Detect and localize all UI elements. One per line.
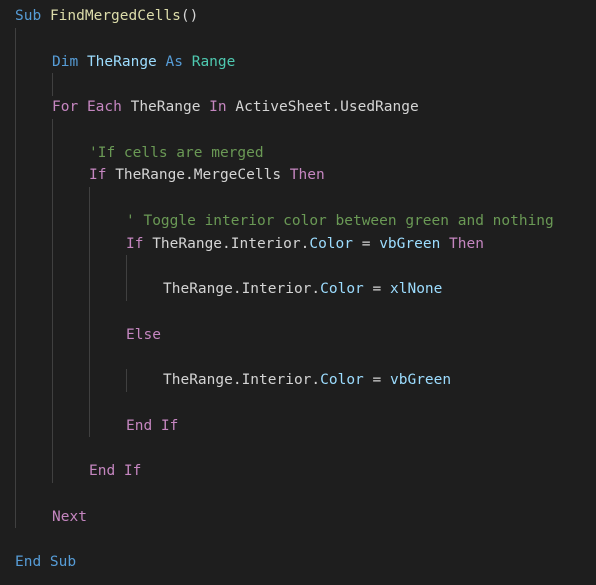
code-token-var: TheRange: [86, 53, 157, 70]
code-token-kw: End Sub: [15, 554, 77, 570]
code-line[interactable]: 'If cells are merged: [89, 142, 264, 164]
indent-guide: [126, 255, 127, 301]
indent-guide: [52, 73, 53, 96]
code-line[interactable]: If TheRange.Interior.Color = vbGreen The…: [126, 233, 484, 255]
code-token-var: xlNone: [390, 281, 443, 297]
code-token-ctl: Else: [126, 326, 161, 343]
code-token-ctl: If: [126, 235, 144, 252]
code-token-id: TheRange.Interior.: [163, 372, 321, 388]
code-token-ctl: End If: [89, 463, 142, 479]
code-line[interactable]: ' Toggle interior color between green an…: [126, 210, 554, 232]
code-token-ctl: In: [209, 99, 227, 115]
code-token-var: Color: [309, 235, 353, 252]
code-token-id: =: [363, 281, 390, 297]
code-line[interactable]: Next: [52, 506, 87, 528]
indent-guide: [15, 27, 16, 529]
code-line[interactable]: For Each TheRange In ActiveSheet.UsedRan…: [52, 96, 419, 118]
code-token-id: =: [363, 372, 390, 388]
indent-guide: [126, 369, 127, 392]
code-token-kw: Dim: [52, 53, 79, 70]
code-token-id: TheRange: [121, 99, 210, 115]
code-token-ctl: Then: [289, 167, 325, 184]
code-token-ctl: Next: [52, 508, 87, 525]
code-token-id: [440, 236, 449, 252]
code-token-id: [157, 54, 166, 70]
code-token-var: vbGreen: [390, 372, 452, 388]
code-line[interactable]: TheRange.Interior.Color = xlNone: [163, 278, 442, 300]
code-editor[interactable]: Sub FindMergedCells() Dim TheRange As Ran…: [0, 0, 596, 585]
code-token-id: TheRange.Interior.: [163, 281, 321, 297]
code-token-cm: 'If cells are merged: [89, 144, 264, 161]
code-line[interactable]: Dim TheRange As Range: [52, 51, 235, 73]
code-token-kw: As: [165, 53, 183, 70]
code-token-ctl: Each: [86, 99, 122, 115]
code-line[interactable]: End Sub: [15, 551, 76, 573]
code-token-fn: FindMergedCells: [49, 8, 181, 24]
code-token-ty: Range: [191, 53, 236, 70]
code-token-id: =: [353, 235, 380, 252]
code-token-id: ActiveSheet.UsedRange: [226, 99, 419, 115]
indent-guide: [89, 187, 90, 438]
code-token-id: TheRange.MergeCells: [106, 167, 290, 184]
code-line[interactable]: Sub FindMergedCells(): [15, 5, 198, 27]
code-token-var: Color: [320, 281, 364, 297]
code-token-kw: Sub: [15, 8, 42, 24]
code-token-ctl: If: [89, 167, 107, 184]
code-line[interactable]: TheRange.Interior.Color = vbGreen: [163, 369, 451, 391]
code-line[interactable]: If TheRange.MergeCells Then: [89, 164, 325, 186]
code-token-id: [78, 54, 87, 70]
code-token-var: vbGreen: [379, 235, 441, 252]
code-token-var: Color: [320, 372, 364, 388]
code-token-ctl: For: [52, 99, 79, 115]
code-token-ctl: Then: [449, 235, 484, 252]
code-token-cm: ' Toggle interior color between green an…: [126, 212, 554, 229]
code-line[interactable]: Else: [126, 324, 161, 346]
indent-guide: [52, 118, 53, 483]
code-line[interactable]: End If: [89, 460, 141, 482]
code-token-id: [78, 99, 87, 115]
code-token-id: TheRange.Interior.: [143, 235, 310, 252]
code-line[interactable]: End If: [126, 415, 178, 437]
code-token-ctl: End If: [126, 417, 179, 434]
code-token-id: [183, 54, 192, 70]
code-token-id: [41, 8, 50, 24]
code-token-id: (): [180, 8, 199, 24]
